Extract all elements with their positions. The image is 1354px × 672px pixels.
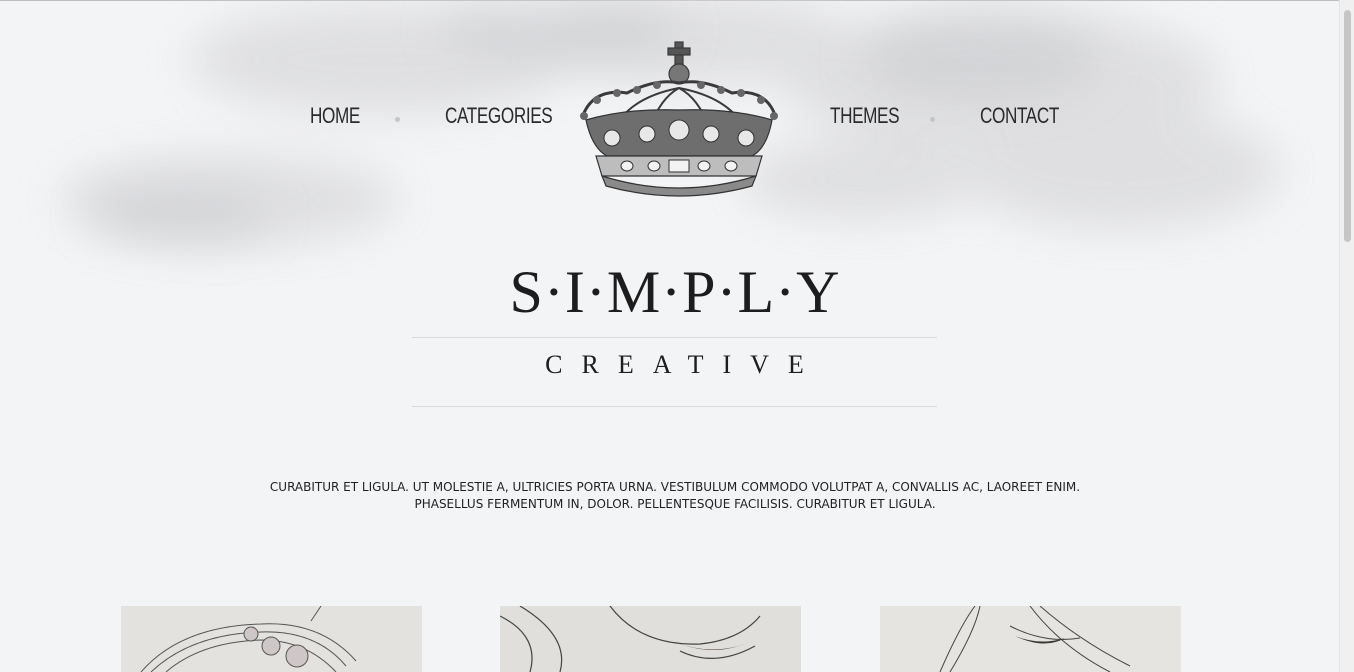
logo-subtitle: CREATIVE bbox=[545, 350, 823, 379]
sketch-eye-image bbox=[500, 606, 801, 672]
logo-title: S·I·M·P·L·Y bbox=[509, 259, 841, 325]
nav-themes[interactable]: THEMES bbox=[830, 103, 900, 129]
scrollbar-thumb[interactable] bbox=[1344, 10, 1351, 242]
nav-contact[interactable]: CONTACT bbox=[980, 103, 1059, 129]
nav-categories[interactable]: CATEGORIES bbox=[445, 103, 553, 129]
divider bbox=[412, 406, 937, 407]
gallery-thumbnail[interactable] bbox=[121, 606, 422, 672]
sketch-portrait-image bbox=[880, 606, 1181, 672]
nav-separator-dot-icon bbox=[395, 117, 400, 122]
intro-line: CURABITUR ET LIGULA. UT MOLESTIE A, ULTR… bbox=[269, 480, 1081, 494]
intro-line: PHASELLUS FERMENTUM IN, DOLOR. PELLENTES… bbox=[414, 497, 936, 511]
nav-home[interactable]: HOME bbox=[310, 103, 360, 129]
intro-text: CURABITUR ET LIGULA. UT MOLESTIE A, ULTR… bbox=[200, 479, 1150, 513]
gallery-thumbnail[interactable] bbox=[500, 606, 801, 672]
nav-separator-dot-icon bbox=[930, 117, 935, 122]
window-top-border bbox=[0, 0, 1354, 1]
crown-icon[interactable] bbox=[572, 38, 786, 198]
gallery-thumbnail[interactable] bbox=[880, 606, 1181, 672]
scrollbar[interactable] bbox=[1339, 0, 1354, 672]
sketch-flowers-image bbox=[121, 606, 422, 672]
divider bbox=[412, 337, 937, 338]
